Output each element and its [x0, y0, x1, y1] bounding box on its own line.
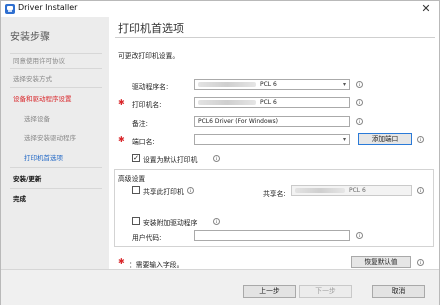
info-icon[interactable]: i: [417, 187, 424, 194]
redacted-text: [295, 188, 345, 193]
user-code-label: 用户代码:: [132, 234, 162, 242]
step-select-device: 选择设备: [24, 115, 50, 123]
driver-name-label: 驱动程序名:: [132, 83, 169, 91]
installer-window: Driver Installer ✕ 安装步骤 同意使用许可协议 选择安装方式 …: [0, 0, 440, 305]
redacted-text: [198, 100, 256, 105]
info-icon[interactable]: i: [356, 232, 363, 239]
intro-text: 可更改打印机设置。: [118, 52, 180, 60]
title-divider: [115, 37, 435, 38]
step-install-method: 选择安装方式: [13, 75, 52, 83]
sidebar-divider: [10, 167, 102, 168]
cancel-button[interactable]: 取消: [372, 285, 425, 298]
info-icon[interactable]: i: [213, 218, 220, 225]
info-icon[interactable]: i: [417, 259, 424, 266]
port-name-select[interactable]: ▾: [194, 134, 350, 145]
chevron-down-icon: ▾: [342, 136, 346, 143]
add-port-button[interactable]: 添加端口: [358, 133, 412, 145]
share-printer-checkbox[interactable]: [132, 186, 140, 194]
additional-driver-checkbox[interactable]: [132, 217, 140, 225]
info-icon[interactable]: i: [417, 136, 424, 143]
default-printer-checkbox[interactable]: ✓: [132, 154, 140, 162]
required-icon: ✱: [118, 98, 125, 107]
step-printer-preferences: 打印机首选项: [24, 154, 63, 162]
printer-name-label: 打印机名:: [132, 101, 162, 109]
default-printer-label: 设置为默认打印机: [143, 156, 198, 164]
required-icon: ✱: [118, 135, 125, 144]
step-license: 同意使用许可协议: [13, 57, 65, 65]
info-icon[interactable]: i: [213, 155, 220, 162]
sidebar-divider: [10, 188, 102, 189]
info-icon[interactable]: i: [356, 118, 363, 125]
sidebar-title: 安装步骤: [10, 32, 50, 43]
title-bar: Driver Installer ✕: [1, 1, 439, 17]
info-icon[interactable]: i: [356, 81, 363, 88]
comment-input[interactable]: PCL6 Driver (For Windows): [194, 116, 350, 127]
comment-label: 备注:: [132, 120, 148, 128]
restore-defaults-button[interactable]: 恢复默认值: [351, 256, 411, 268]
back-button[interactable]: 上一步: [243, 285, 296, 298]
step-install-update: 安装/更新: [13, 175, 42, 183]
required-icon: ✱: [118, 257, 125, 266]
user-code-input[interactable]: [194, 230, 350, 241]
window-title: Driver Installer: [18, 3, 78, 12]
sidebar-divider: [10, 68, 102, 69]
required-note: ：需要输入字段。: [129, 261, 184, 269]
steps-sidebar: 安装步骤 同意使用许可协议 选择安装方式 设备和驱动程序设置 选择设备 选择安装…: [1, 17, 109, 269]
page-title: 打印机首选项: [118, 22, 184, 35]
sidebar-divider: [10, 87, 102, 88]
share-name-input[interactable]: PCL 6: [291, 185, 412, 196]
port-name-label: 端口名:: [132, 138, 155, 146]
share-printer-label: 共享此打印机: [143, 188, 184, 196]
redacted-text: [198, 82, 256, 87]
additional-driver-label: 安装附加驱动程序: [143, 219, 198, 227]
share-name-label: 共享名:: [263, 190, 286, 198]
advanced-settings-title: 高级设置: [118, 173, 148, 183]
app-icon: [5, 4, 15, 14]
step-device-driver-settings: 设备和驱动程序设置: [13, 95, 72, 103]
printer-name-input[interactable]: PCL 6: [194, 97, 350, 108]
next-button[interactable]: 下一步: [299, 285, 352, 298]
sidebar-divider: [10, 53, 102, 54]
driver-name-select[interactable]: PCL 6 ▾: [194, 79, 350, 90]
info-icon[interactable]: i: [187, 187, 194, 194]
close-icon[interactable]: ✕: [419, 2, 433, 16]
chevron-down-icon: ▾: [342, 81, 346, 88]
info-icon[interactable]: i: [356, 99, 363, 106]
step-select-driver: 选择安装驱动程序: [24, 134, 76, 142]
step-finish: 完成: [13, 195, 26, 203]
